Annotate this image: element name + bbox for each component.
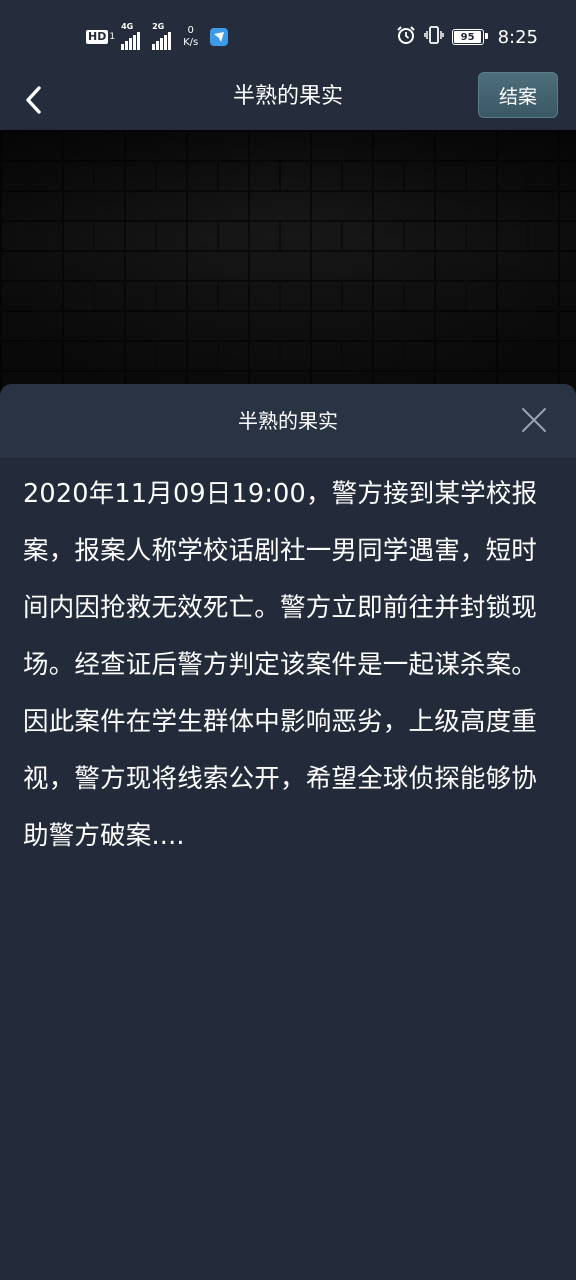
close-case-button[interactable]: 结案 [478, 72, 558, 118]
brick-wall-background [0, 130, 576, 400]
battery-level: 95 [460, 31, 475, 43]
vibrate-icon [423, 25, 444, 50]
network-speed-value: 0 [187, 25, 194, 36]
alarm-icon [396, 25, 416, 50]
signal-2g-icon: 2G [152, 22, 172, 50]
sheet-title: 半熟的果实 [238, 409, 338, 433]
network-speed: 0 K/s [183, 25, 198, 49]
status-bar: HD 1 4G 2G 0 K/s 95 8:25 [0, 0, 576, 72]
network-speed-unit: K/s [183, 37, 199, 48]
hd-badge: HD [86, 30, 109, 44]
case-description: 2020年11月09日19:00，警方接到某学校报案，报案人称学校话剧社一男同学… [23, 479, 538, 851]
network-type-label-2: 2G [152, 22, 165, 31]
app-notification-icon [210, 28, 229, 46]
battery-icon: 95 [451, 29, 488, 45]
close-icon [522, 408, 546, 432]
hd-sim-index: 1 [109, 32, 116, 42]
close-button[interactable] [520, 406, 548, 434]
sheet-header: 半熟的果实 [0, 384, 576, 458]
clock: 8:25 [497, 26, 538, 48]
network-type-label: 4G [121, 22, 134, 31]
top-app-bar: 半熟的果实 结案 [0, 72, 576, 130]
status-bar-left: HD 1 4G 2G 0 K/s [86, 20, 229, 54]
status-bar-right: 95 8:25 [396, 24, 538, 50]
case-detail-sheet: 半熟的果实 2020年11月09日19:00，警方接到某学校报案，报案人称学校话… [0, 384, 576, 1280]
signal-4g-icon: 4G [121, 22, 141, 50]
